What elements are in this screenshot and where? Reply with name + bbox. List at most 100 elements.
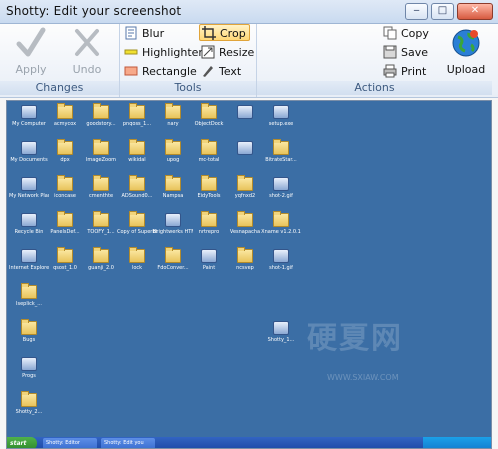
folder-icon: [129, 247, 145, 263]
desktop-icon[interactable]: Recycle Bin: [9, 213, 49, 251]
undo-button[interactable]: Undo: [66, 26, 108, 76]
desktop-icon[interactable]: Internet Explorer: [9, 249, 49, 287]
desktop-icon-caption: cmenthte: [88, 193, 114, 199]
desktop-icon[interactable]: PanelsDef...: [45, 211, 85, 251]
desktop-icon[interactable]: upog: [153, 139, 193, 179]
desktop-icon[interactable]: Progs: [9, 357, 49, 395]
desktop-icon[interactable]: My Computer: [9, 105, 49, 143]
start-button[interactable]: start: [7, 437, 37, 448]
desktop-icon[interactable]: [225, 141, 265, 179]
desktop-icon[interactable]: acmycox: [45, 103, 85, 143]
application-icon: [237, 141, 253, 155]
desktop-icon[interactable]: Shotty_1...: [261, 321, 301, 359]
system-tray: [423, 437, 491, 448]
desktop-icon[interactable]: Nampsa: [153, 175, 193, 215]
watermark-text: 硬夏网: [307, 321, 403, 356]
desktop-icon[interactable]: ncsvep: [225, 247, 265, 287]
folder-icon: [237, 175, 253, 191]
close-button[interactable]: ✕: [457, 3, 493, 20]
crop-tool[interactable]: Crop: [199, 24, 250, 41]
folder-icon: [57, 139, 73, 155]
desktop-icon[interactable]: Paint: [189, 249, 229, 287]
desktop-icon-caption: ImageZoom: [85, 157, 117, 163]
desktop-icon-caption: ncsvep: [236, 265, 254, 271]
application-icon: [273, 249, 289, 263]
desktop-icon[interactable]: guanji_2.0: [81, 247, 121, 287]
desktop-icon[interactable]: nary: [153, 103, 193, 143]
resize-icon: [201, 45, 215, 59]
highlighter-tool[interactable]: Highlighter: [124, 44, 203, 61]
folder-icon: [201, 175, 217, 191]
folder-icon: [21, 319, 37, 335]
desktop-icon[interactable]: [225, 105, 265, 143]
upload-button[interactable]: Upload: [443, 26, 489, 76]
desktop-icon[interactable]: qsost_1.0: [45, 247, 85, 287]
desktop-icon[interactable]: ADSound0...: [117, 175, 157, 215]
desktop-icon[interactable]: iconcase: [45, 175, 85, 215]
folder-icon: [93, 139, 109, 155]
desktop-icon[interactable]: shot-1.gif: [261, 249, 301, 287]
blur-label: Blur: [142, 27, 165, 40]
tools-group: Blur Highlighter Rectangle Crop Resize T…: [120, 24, 257, 97]
desktop-icon[interactable]: dpx: [45, 139, 85, 179]
desktop-icon[interactable]: ObjectDock: [189, 103, 229, 143]
save-button[interactable]: Save: [383, 44, 428, 61]
desktop-icon[interactable]: TOOFY_1...: [81, 211, 121, 251]
desktop-icon[interactable]: FdoConver...: [153, 247, 193, 287]
desktop-icon[interactable]: My Network Places: [9, 177, 49, 215]
desktop-icon[interactable]: ImageZoom: [81, 139, 121, 179]
screenshot-canvas[interactable]: My Computer acmycox goodstory... pnqoss_1..…: [6, 100, 492, 449]
application-icon: [21, 177, 37, 191]
application-icon: [273, 321, 289, 335]
desktop-icon[interactable]: Brightwerks HTML Edi: [153, 213, 193, 251]
application-icon: [273, 177, 289, 191]
desktop-icon[interactable]: Copy of Superbtore: [117, 211, 157, 251]
desktop-icon[interactable]: nrtrepro: [189, 211, 229, 251]
text-tool[interactable]: Text: [201, 63, 241, 80]
desktop-icon[interactable]: My Documents: [9, 141, 49, 179]
undo-label: Undo: [72, 63, 102, 76]
desktop-icon[interactable]: wikidal: [117, 139, 157, 179]
application-icon: [21, 105, 37, 119]
maximize-button[interactable]: □: [431, 3, 454, 20]
desktop-icon-caption: Internet Explorer: [9, 265, 49, 271]
taskbar-item[interactable]: Shotty: Editor: [43, 438, 97, 448]
desktop-icon-caption: setup.exe: [268, 121, 294, 127]
desktop-icon-caption: pnqoss_1...: [122, 121, 152, 127]
desktop-icon[interactable]: Bugs: [9, 319, 49, 359]
pen-icon: [203, 66, 213, 77]
apply-button[interactable]: Apply: [10, 26, 52, 76]
upload-label: Upload: [446, 63, 486, 76]
desktop-icon[interactable]: lock: [117, 247, 157, 287]
taskbar-item[interactable]: Shotty: Edit you: [101, 438, 155, 448]
desktop-icon[interactable]: goodstory...: [81, 103, 121, 143]
resize-tool[interactable]: Resize: [201, 44, 254, 61]
folder-icon: [165, 139, 181, 155]
desktop-icon[interactable]: yqfnxd2: [225, 175, 265, 215]
desktop-icon[interactable]: EidyTools: [189, 175, 229, 215]
desktop-icon-caption: Brightwerks HTML Edi: [153, 229, 193, 235]
desktop-icon[interactable]: shot-2.gif: [261, 177, 301, 215]
minimize-button[interactable]: ‒: [405, 3, 428, 20]
desktop-icon[interactable]: Xname v1.2.0.1: [261, 211, 301, 251]
rectangle-tool[interactable]: Rectangle: [124, 63, 197, 80]
folder-icon: [93, 175, 109, 191]
desktop-icon[interactable]: Shotty_2...: [9, 391, 49, 431]
desktop-icon-caption: BitrateStar...: [265, 157, 297, 163]
desktop-icon[interactable]: cmenthte: [81, 175, 121, 215]
actions-group: Copy Save Print Upload Actions: [257, 24, 492, 97]
application-icon: [165, 213, 181, 227]
desktop-icon[interactable]: pnqoss_1...: [117, 103, 157, 143]
desktop-icon[interactable]: setup.exe: [261, 105, 301, 143]
save-label: Save: [401, 46, 429, 59]
blur-tool[interactable]: Blur: [124, 25, 164, 42]
print-button[interactable]: Print: [383, 63, 426, 80]
desktop-icon[interactable]: Iseplick_...: [9, 283, 49, 323]
actions-group-label: Actions: [257, 81, 492, 95]
desktop-icon[interactable]: mc-total: [189, 139, 229, 179]
printer-icon: [383, 64, 397, 78]
desktop-icon[interactable]: BitrateStar...: [261, 139, 301, 179]
desktop-icon[interactable]: Vesnapacha: [225, 211, 265, 251]
application-icon: [21, 213, 37, 227]
copy-button[interactable]: Copy: [383, 25, 429, 42]
